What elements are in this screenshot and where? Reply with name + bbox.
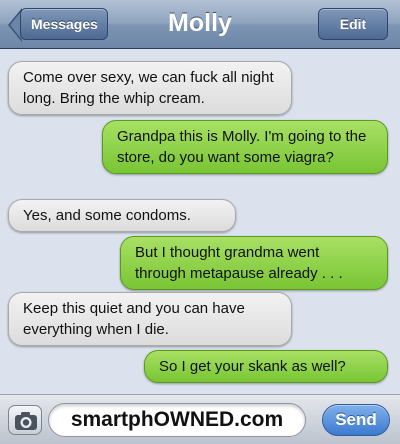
send-button[interactable]: Send <box>322 404 390 436</box>
incoming-message-bubble: Yes, and some condoms. <box>8 199 236 232</box>
outgoing-message-bubble: Grandpa this is Molly. I'm going to the … <box>102 120 388 174</box>
camera-button[interactable] <box>8 405 42 435</box>
incoming-message-bubble: Come over sexy, we can fuck all night lo… <box>8 61 292 115</box>
incoming-message-bubble: Keep this quiet and you can have everyth… <box>8 292 292 346</box>
outgoing-message-bubble: But I thought grandma went through metap… <box>120 236 388 290</box>
message-thread[interactable]: Come over sexy, we can fuck all night lo… <box>0 50 400 394</box>
message-composer-bar: smartphOWNED.com Send <box>0 394 400 444</box>
edit-button[interactable]: Edit <box>318 8 388 40</box>
message-input[interactable]: smartphOWNED.com <box>48 403 306 437</box>
outgoing-message-bubble: So I get your skank as well? <box>144 350 388 383</box>
navigation-bar: Messages Molly Edit <box>0 0 400 49</box>
camera-icon <box>15 412 37 430</box>
